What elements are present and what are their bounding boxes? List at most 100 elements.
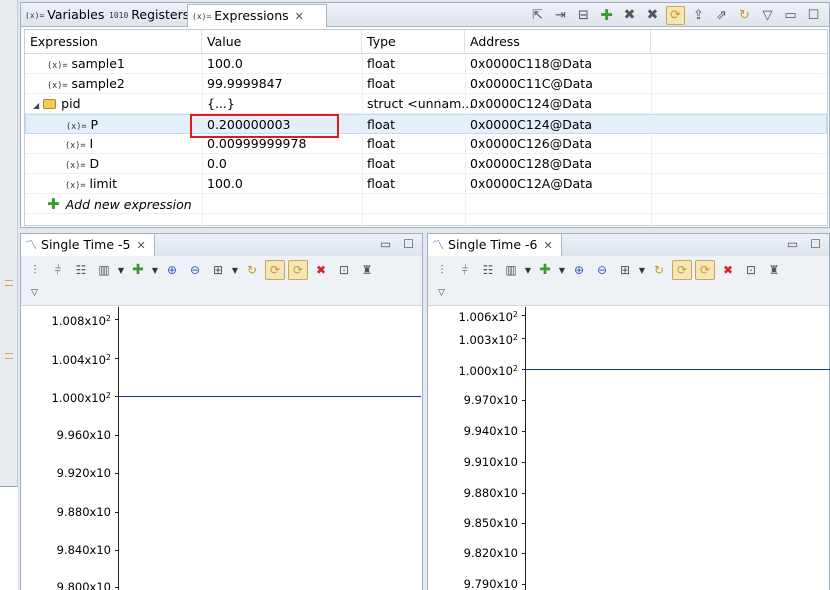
minimize-icon[interactable]: ▭ [380, 237, 391, 251]
graph-icon: 〽 [432, 238, 445, 252]
binoculars-icon[interactable]: ♜ [764, 260, 784, 280]
view-menu-icon[interactable]: ▽ [438, 288, 445, 298]
zoom-in-icon[interactable]: ⊕ [569, 260, 589, 280]
refresh-icon[interactable]: ↻ [242, 260, 262, 280]
y-tick-label: 9.910x10 [463, 455, 518, 469]
auto-refresh-icon[interactable]: ⟳ [265, 260, 285, 280]
expression-name: sample1 [71, 56, 125, 71]
column-header[interactable]: Address [465, 30, 651, 54]
add-icon[interactable]: ✚ [535, 260, 555, 280]
export-icon[interactable]: ⊡ [334, 260, 354, 280]
add-icon[interactable]: ✚ [128, 260, 148, 280]
maximize-icon[interactable]: ☐ [804, 6, 823, 25]
table-row-selected[interactable]: (x)= P 0.200000003 float 0x0000C124@Data [25, 114, 827, 134]
add-icon: ✚ [47, 195, 60, 213]
add-expression-row[interactable]: ✚ Add new expression [25, 194, 827, 214]
y-tick-label: 9.920x10 [56, 466, 111, 480]
collapse-all-icon[interactable]: ⊟ [574, 6, 593, 25]
tab-variables[interactable]: (x)= Variables [21, 4, 105, 26]
zoom-fit-icon[interactable]: ⊞ [208, 260, 228, 280]
zoom-fit-icon[interactable]: ⊞ [615, 260, 635, 280]
zoom-out-icon[interactable]: ⊖ [592, 260, 612, 280]
tab-expressions[interactable]: (x)= Expressions ✕ [187, 4, 327, 27]
tab-label: Variables [47, 7, 105, 22]
view-menu-icon[interactable]: ▽ [758, 6, 777, 25]
align-icon[interactable]: ⫶ [25, 260, 45, 280]
highlight-box [190, 114, 339, 138]
properties-icon[interactable]: ☷ [478, 260, 498, 280]
bars-icon[interactable]: ▥ [501, 260, 521, 280]
value-cell[interactable]: 100.0 [207, 54, 243, 74]
import-icon[interactable]: ⇪ [689, 6, 708, 25]
close-icon[interactable]: ✕ [295, 10, 304, 23]
continuous-refresh-icon[interactable]: ⟳ [288, 260, 308, 280]
export-icon[interactable]: ⇗ [712, 6, 731, 25]
reset-icon[interactable]: ✖ [718, 260, 738, 280]
refresh-icon[interactable]: ↻ [735, 6, 754, 25]
dropdown-icon[interactable]: ▼ [524, 260, 532, 280]
zoom-in-icon[interactable]: ⊕ [162, 260, 182, 280]
value-cell[interactable]: {...} [207, 94, 235, 114]
bars-icon[interactable]: ▥ [94, 260, 114, 280]
value-cell[interactable]: 0.0 [207, 154, 227, 174]
left-panel-box [0, 486, 18, 590]
value-cell[interactable]: 99.9999847 [207, 74, 283, 94]
continuous-refresh-icon[interactable]: ⟳ [695, 260, 715, 280]
cursor-icon[interactable]: ⫩ [48, 260, 68, 280]
dropdown-icon[interactable]: ▼ [151, 260, 159, 280]
expression-name: I [89, 136, 94, 151]
expressions-table: Expression Value Type Address (x)= sample… [24, 29, 828, 227]
table-row[interactable]: (x)= I 0.00999999978 float 0x0000C126@Dat… [25, 134, 827, 154]
maximize-icon[interactable]: ☐ [403, 237, 414, 251]
type-cell: float [367, 117, 396, 132]
expressions-view: (x)= Variables 1010 Registers (x)= Expressi… [20, 2, 830, 228]
y-tick-label: 9.880x10 [56, 505, 111, 519]
remove-all-icon[interactable]: ✖ [643, 6, 662, 25]
minimize-icon[interactable]: ▭ [787, 237, 798, 251]
align-icon[interactable]: ⫶ [432, 260, 452, 280]
minimize-icon[interactable]: ▭ [781, 6, 800, 25]
continuous-refresh-icon[interactable]: ⟳ [666, 5, 685, 25]
graph-tabbar: 〽 Single Time -6 ✕ ▭ ☐ [428, 234, 829, 256]
maximize-icon[interactable]: ☐ [810, 237, 821, 251]
expression-name: P [90, 117, 99, 132]
view-menu-icon[interactable]: ▽ [31, 288, 38, 298]
refresh-icon[interactable]: ↻ [649, 260, 669, 280]
collapse-arrow-icon[interactable]: ◢ [33, 101, 39, 110]
dropdown-icon[interactable]: ▼ [558, 260, 566, 280]
zoom-out-icon[interactable]: ⊖ [185, 260, 205, 280]
binoculars-icon[interactable]: ♜ [357, 260, 377, 280]
add-expression-icon[interactable]: ✚ [597, 6, 616, 25]
column-header[interactable]: Value [202, 30, 362, 54]
table-row[interactable]: (x)= sample1 100.0 float 0x0000C118@Data [25, 54, 827, 74]
reset-icon[interactable]: ✖ [311, 260, 331, 280]
remove-icon[interactable]: ✖ [620, 6, 639, 25]
tab-single-time-5[interactable]: 〽 Single Time -5 ✕ [21, 234, 155, 256]
y-tick-mark [115, 550, 119, 551]
y-axis [118, 307, 119, 590]
column-header[interactable]: Type [362, 30, 465, 54]
dropdown-icon[interactable]: ▼ [231, 260, 239, 280]
auto-refresh-icon[interactable]: ⟳ [672, 260, 692, 280]
y-tick-label: 9.790x10 [463, 577, 518, 590]
show-type-names-icon[interactable]: ⇱ [528, 6, 547, 25]
table-row[interactable]: (x)= D 0.0 float 0x0000C128@Data [25, 154, 827, 174]
export-icon[interactable]: ⊡ [741, 260, 761, 280]
tab-single-time-6[interactable]: 〽 Single Time -6 ✕ [428, 234, 562, 256]
close-icon[interactable]: ✕ [543, 239, 552, 252]
select-all-icon[interactable]: ⇥ [551, 6, 570, 25]
table-row[interactable]: ◢ pid {...} struct <unnam... 0x0000C124@D… [25, 94, 827, 114]
y-tick-label: 9.840x10 [56, 543, 111, 557]
tab-registers[interactable]: 1010 Registers [105, 4, 189, 26]
table-row[interactable]: (x)= sample2 99.9999847 float 0x0000C11C@… [25, 74, 827, 94]
close-icon[interactable]: ✕ [136, 239, 145, 252]
cursor-icon[interactable]: ⫩ [455, 260, 475, 280]
dropdown-icon[interactable]: ▼ [117, 260, 125, 280]
dropdown-icon[interactable]: ▼ [638, 260, 646, 280]
properties-icon[interactable]: ☷ [71, 260, 91, 280]
view-tabbar: (x)= Variables 1010 Registers (x)= Expressi… [21, 3, 829, 27]
y-tick-mark [115, 435, 119, 436]
table-row[interactable]: (x)= limit 100.0 float 0x0000C12A@Data [25, 174, 827, 194]
column-header[interactable]: Expression [25, 30, 202, 54]
value-cell[interactable]: 100.0 [207, 174, 243, 194]
